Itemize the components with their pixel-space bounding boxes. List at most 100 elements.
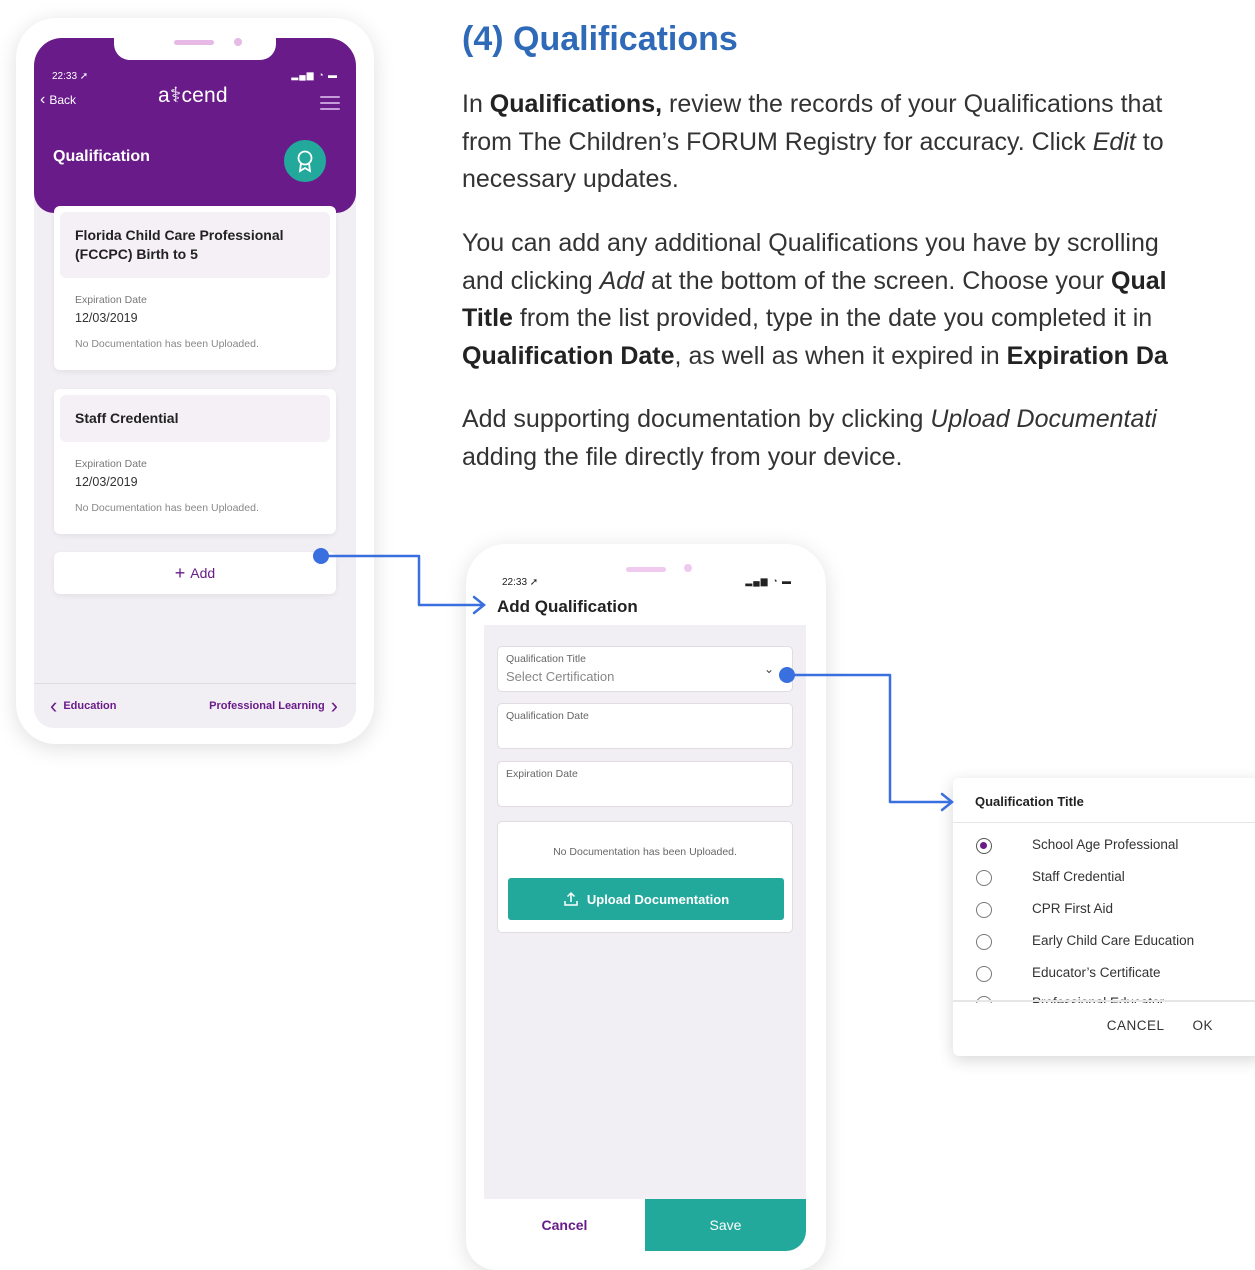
option-label: Staff Credential bbox=[1032, 869, 1125, 884]
screen-title: Qualification bbox=[53, 148, 150, 165]
documentation-note: No Documentation has been Uploaded. bbox=[553, 846, 737, 858]
status-time: 22:33 ➚ bbox=[52, 71, 89, 82]
text-run-bold: Qualifications, bbox=[489, 90, 663, 118]
option-label: Early Child Care Education bbox=[1032, 933, 1195, 948]
option-cpr-first-aid[interactable]: CPR First Aid bbox=[976, 900, 1113, 920]
upload-label: Upload Documentation bbox=[586, 891, 730, 907]
qualification-card-title: Staff Credential bbox=[60, 395, 330, 442]
text-run-italic: Add bbox=[599, 266, 645, 295]
qualification-title-dialog: Qualification Title School Age Professio… bbox=[953, 778, 1255, 1056]
award-ribbon-icon bbox=[280, 136, 330, 186]
back-label: Back bbox=[49, 93, 77, 107]
dialog-ok-button[interactable]: OK bbox=[1192, 1018, 1213, 1033]
chevron-left-icon: ‹ bbox=[50, 693, 58, 718]
qualification-header: 22:33 ➚ ▂▄▆ ◔ ▬ ‹ Back a⚕cend Qualificat… bbox=[34, 38, 356, 213]
instructions-paragraph-1: In Qualifications, review the records of… bbox=[462, 86, 1255, 199]
qualification-title-select[interactable]: Qualification Title Select Certification… bbox=[497, 646, 793, 692]
divider bbox=[953, 822, 1255, 823]
next-section-professional-learning[interactable]: Professional Learning › bbox=[209, 693, 338, 718]
documentation-box: No Documentation has been Uploaded. Uplo… bbox=[497, 821, 793, 933]
text-run: Add supporting documentation by clicking bbox=[462, 405, 931, 433]
radio-icon[interactable] bbox=[976, 934, 992, 950]
text-run-bold: Expiration Da bbox=[1006, 341, 1168, 370]
chevron-right-icon: › bbox=[330, 693, 338, 718]
text-run: In bbox=[462, 90, 490, 118]
text-run: and clicking bbox=[462, 266, 600, 295]
text-run: necessary updates. bbox=[462, 165, 679, 193]
text-run: adding the file directly from your devic… bbox=[462, 442, 903, 471]
documentation-note: No Documentation has been Uploaded. bbox=[75, 338, 259, 350]
radio-icon[interactable] bbox=[976, 966, 992, 982]
expiration-date-field[interactable]: Expiration Date bbox=[497, 761, 793, 807]
text-run-bold: Title bbox=[462, 304, 513, 332]
radio-icon[interactable] bbox=[976, 902, 992, 918]
qualification-card[interactable]: Staff Credential Expiration Date 12/03/2… bbox=[54, 389, 336, 534]
expiration-date-value: 12/03/2019 bbox=[75, 475, 138, 489]
option-school-age-professional[interactable]: School Age Professional bbox=[976, 836, 1178, 856]
add-qualification-title: Add Qualification bbox=[497, 597, 638, 616]
documentation-note: No Documentation has been Uploaded. bbox=[75, 502, 259, 514]
form-actions: Cancel Save bbox=[484, 1199, 806, 1251]
add-qualification-phone-mockup: 22:33 ➚ ▂▄▆ ◔ ▬ Add Qualification Qualif… bbox=[466, 544, 826, 1270]
status-icons: ▂▄▆ ◔ ▬ bbox=[291, 70, 338, 80]
instructions-paragraph-3: Add supporting documentation by clicking… bbox=[462, 401, 1255, 476]
text-run-bold: Qualification Date bbox=[462, 341, 675, 370]
add-qualification-button[interactable]: + Add bbox=[54, 552, 336, 594]
chevron-down-icon: ⌄ bbox=[763, 662, 774, 676]
option-label: School Age Professional bbox=[1032, 837, 1179, 852]
cancel-button[interactable]: Cancel bbox=[484, 1199, 645, 1251]
field-label: Qualification Title bbox=[506, 653, 586, 665]
add-qualification-form: Qualification Title Select Certification… bbox=[484, 625, 806, 1200]
back-button[interactable]: ‹ Back bbox=[40, 91, 77, 108]
ascend-logo: a⚕cend bbox=[158, 84, 228, 107]
status-icons: ▂▄▆ ◔ ▬ bbox=[745, 576, 792, 586]
text-run: , as well as when it expired in bbox=[674, 341, 1007, 370]
hamburger-menu-icon[interactable] bbox=[320, 96, 340, 110]
dialog-title: Qualification Title bbox=[975, 794, 1084, 809]
divider bbox=[953, 1000, 1255, 1002]
expiration-date-value: 12/03/2019 bbox=[75, 311, 138, 325]
text-run: to bbox=[1135, 127, 1164, 156]
text-run: at the bottom of the screen. Choose your bbox=[644, 266, 1111, 295]
field-label: Expiration Date bbox=[506, 768, 578, 780]
phone-notch bbox=[566, 544, 726, 572]
radio-icon[interactable] bbox=[976, 870, 992, 886]
option-staff-credential[interactable]: Staff Credential bbox=[976, 868, 1125, 888]
text-run: from the list provided, type in the date… bbox=[512, 304, 1153, 332]
chevron-left-icon: ‹ bbox=[40, 91, 46, 108]
text-run: review the records of your Qualification… bbox=[662, 90, 1163, 118]
qualification-card[interactable]: Florida Child Care Professional (FCCPC) … bbox=[54, 206, 336, 370]
options-list[interactable]: School Age Professional Staff Credential… bbox=[953, 828, 1255, 1003]
text-run-italic: Upload Documentati bbox=[930, 405, 1157, 433]
next-section-label: Professional Learning bbox=[209, 700, 325, 712]
dialog-actions: CANCEL OK bbox=[1107, 1018, 1213, 1033]
option-educators-certificate[interactable]: Educator’s Certificate bbox=[976, 964, 1161, 984]
text-run-bold: Qual bbox=[1111, 266, 1167, 295]
expiration-date-label: Expiration Date bbox=[75, 458, 147, 470]
phone-notch bbox=[114, 38, 276, 60]
section-heading: (4) Qualifications bbox=[462, 20, 738, 58]
qualification-phone-mockup: 22:33 ➚ ▂▄▆ ◔ ▬ ‹ Back a⚕cend Qualificat… bbox=[16, 18, 374, 744]
radio-selected-icon[interactable] bbox=[976, 838, 992, 854]
upload-documentation-button[interactable]: Upload Documentation bbox=[508, 878, 784, 920]
field-placeholder: Select Certification bbox=[506, 669, 615, 684]
qualification-card-title: Florida Child Care Professional (FCCPC) … bbox=[60, 212, 330, 278]
section-nav-footer: ‹ Education Professional Learning › bbox=[34, 683, 356, 728]
add-label: Add bbox=[190, 565, 216, 581]
text-run-italic: Edit bbox=[1092, 127, 1136, 156]
expiration-date-label: Expiration Date bbox=[75, 294, 147, 306]
qualification-date-field[interactable]: Qualification Date bbox=[497, 703, 793, 749]
instructions-paragraph-2: You can add any additional Qualification… bbox=[462, 225, 1255, 375]
option-early-child-care-education[interactable]: Early Child Care Education bbox=[976, 932, 1194, 952]
save-button[interactable]: Save bbox=[645, 1199, 806, 1251]
upload-icon bbox=[564, 891, 578, 906]
dialog-cancel-button[interactable]: CANCEL bbox=[1107, 1018, 1165, 1033]
prev-section-education[interactable]: ‹ Education bbox=[50, 693, 117, 718]
status-time: 22:33 ➚ bbox=[502, 577, 539, 588]
qualification-screen: 22:33 ➚ ▂▄▆ ◔ ▬ ‹ Back a⚕cend Qualificat… bbox=[34, 38, 356, 728]
plus-icon: + bbox=[174, 563, 186, 583]
text-run: from The Children’s FORUM Registry for a… bbox=[462, 127, 1093, 156]
option-label: CPR First Aid bbox=[1032, 901, 1114, 916]
text-run: You can add any additional Qualification… bbox=[462, 229, 1159, 257]
arrowhead-icon bbox=[940, 792, 955, 812]
